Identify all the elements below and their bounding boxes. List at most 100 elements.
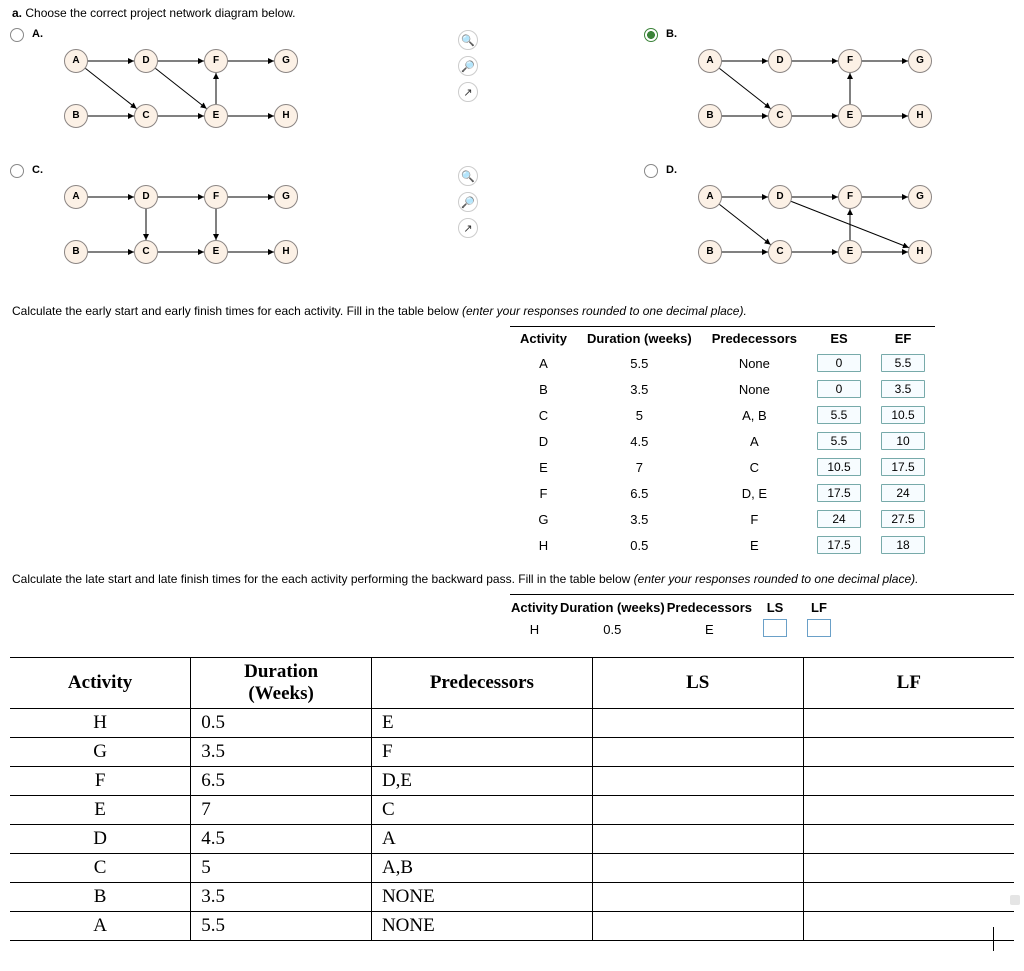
big-row: C5A,B xyxy=(10,854,1014,883)
big-lf-cell[interactable] xyxy=(803,854,1014,883)
node-b: B xyxy=(64,104,88,128)
big-lf-cell[interactable] xyxy=(803,738,1014,767)
node-d: D xyxy=(768,185,792,209)
ef-val: 27.5 xyxy=(871,506,935,532)
node-f: F xyxy=(204,185,228,209)
node-c: C xyxy=(768,104,792,128)
es-header: Duration (weeks) xyxy=(577,327,702,351)
big-lf-cell[interactable] xyxy=(803,796,1014,825)
node-b: B xyxy=(698,104,722,128)
ls-act: H xyxy=(510,616,559,643)
big-ls-cell[interactable] xyxy=(592,912,803,941)
ef-val: 17.5 xyxy=(871,454,935,480)
node-g: G xyxy=(274,49,298,73)
zoom-out-icon[interactable]: 🔎 xyxy=(458,56,478,76)
big-pred: A xyxy=(371,825,592,854)
big-row: B3.5NONE xyxy=(10,883,1014,912)
big-h-ls: LS xyxy=(592,658,803,709)
es-val: 10.5 xyxy=(807,454,871,480)
big-ls-cell[interactable] xyxy=(592,883,803,912)
big-act: A xyxy=(10,912,191,941)
big-dur: 5.5 xyxy=(191,912,372,941)
instr-ls: Calculate the late start and late finish… xyxy=(12,572,1014,586)
zoom-in-icon[interactable]: 🔍 xyxy=(458,30,478,50)
radio-d[interactable] xyxy=(644,164,658,178)
big-h-lf: LF xyxy=(803,658,1014,709)
big-ls-cell[interactable] xyxy=(592,738,803,767)
popout-icon[interactable]: ↗ xyxy=(458,82,478,102)
es-row: F6.5D, E17.524 xyxy=(510,480,935,506)
ef-val: 3.5 xyxy=(871,376,935,402)
big-ls-cell[interactable] xyxy=(592,796,803,825)
node-h: H xyxy=(274,104,298,128)
es-act: H xyxy=(510,532,577,558)
es-act: G xyxy=(510,506,577,532)
network-diagram: ADFGBCEH🔍🔎↗ xyxy=(668,170,1024,280)
big-lf-cell[interactable] xyxy=(803,883,1014,912)
es-row: A5.5None05.5 xyxy=(510,350,935,376)
big-lf-cell[interactable] xyxy=(803,767,1014,796)
instr-es: Calculate the early start and early fini… xyxy=(12,304,1014,318)
big-row: F6.5D,E xyxy=(10,767,1014,796)
es-act: E xyxy=(510,454,577,480)
big-lf-cell[interactable] xyxy=(803,912,1014,941)
big-row: E7C xyxy=(10,796,1014,825)
big-ls-cell[interactable] xyxy=(592,854,803,883)
es-act: A xyxy=(510,350,577,376)
lf-input[interactable] xyxy=(807,619,831,637)
big-pred: F xyxy=(371,738,592,767)
es-dur: 5.5 xyxy=(577,350,702,376)
es-pred: D, E xyxy=(702,480,807,506)
radio-b[interactable] xyxy=(644,28,658,42)
es-header: EF xyxy=(871,327,935,351)
big-act: H xyxy=(10,709,191,738)
big-row: G3.5F xyxy=(10,738,1014,767)
node-c: C xyxy=(768,240,792,264)
network-diagram: ADFGBCEH🔍🔎↗ xyxy=(668,34,1024,144)
scroll-handle-icon xyxy=(1010,895,1020,905)
big-ls-cell[interactable] xyxy=(592,709,803,738)
ls-header: Predecessors xyxy=(666,599,753,616)
big-dur: 3.5 xyxy=(191,738,372,767)
es-pred: C xyxy=(702,454,807,480)
ls-input[interactable] xyxy=(763,619,787,637)
big-act: D xyxy=(10,825,191,854)
es-val: 0 xyxy=(807,350,871,376)
big-pred: NONE xyxy=(371,883,592,912)
radio-c[interactable] xyxy=(10,164,24,178)
big-lf-cell[interactable] xyxy=(803,709,1014,738)
popout-icon[interactable]: ↗ xyxy=(458,218,478,238)
big-pred: C xyxy=(371,796,592,825)
es-act: B xyxy=(510,376,577,402)
es-pred: None xyxy=(702,376,807,402)
big-lf-cell[interactable] xyxy=(803,825,1014,854)
big-row: D4.5A xyxy=(10,825,1014,854)
es-act: F xyxy=(510,480,577,506)
ls-header: LF xyxy=(797,599,841,616)
node-f: F xyxy=(204,49,228,73)
node-g: G xyxy=(274,185,298,209)
zoom-out-icon[interactable]: 🔎 xyxy=(458,192,478,212)
big-h-activity: Activity xyxy=(10,658,191,709)
node-f: F xyxy=(838,49,862,73)
network-diagram: ADFGBCEH🔍🔎↗ xyxy=(34,170,464,280)
big-row: A5.5NONE xyxy=(10,912,1014,941)
big-act: C xyxy=(10,854,191,883)
big-h-pred: Predecessors xyxy=(371,658,592,709)
radio-a[interactable] xyxy=(10,28,24,42)
es-val: 17.5 xyxy=(807,480,871,506)
node-g: G xyxy=(908,49,932,73)
big-ls-cell[interactable] xyxy=(592,767,803,796)
big-dur: 6.5 xyxy=(191,767,372,796)
worksheet-table: ActivityDuration(Weeks)PredecessorsLSLFH… xyxy=(10,657,1014,941)
node-f: F xyxy=(838,185,862,209)
big-ls-cell[interactable] xyxy=(592,825,803,854)
es-dur: 3.5 xyxy=(577,376,702,402)
text-cursor-icon xyxy=(993,927,994,951)
instr-ls-b: (enter your responses rounded to one dec… xyxy=(634,572,919,586)
ef-val: 5.5 xyxy=(871,350,935,376)
es-row: G3.5F2427.5 xyxy=(510,506,935,532)
zoom-in-icon[interactable]: 🔍 xyxy=(458,166,478,186)
node-d: D xyxy=(134,185,158,209)
big-pred: D,E xyxy=(371,767,592,796)
